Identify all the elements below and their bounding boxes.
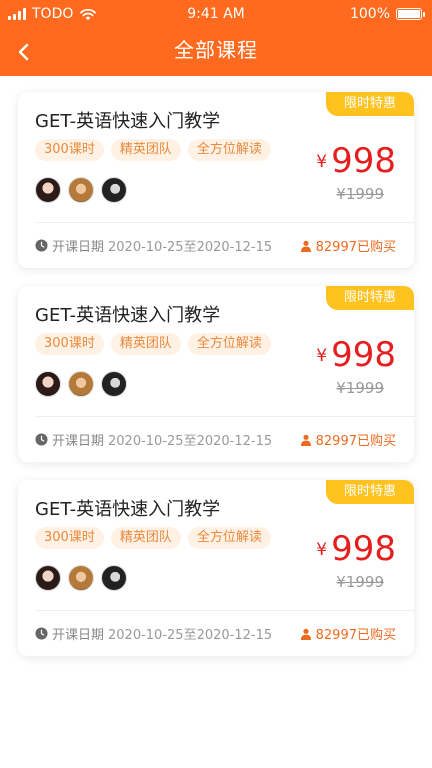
- course-date: 开课日期 2020-10-25至2020-12-15: [35, 236, 272, 255]
- tag: 300课时: [35, 333, 104, 355]
- teacher-avatars: [35, 177, 127, 203]
- clock-icon: [35, 627, 48, 640]
- avatar: [101, 177, 127, 203]
- header: TODO 9:41 AM 100% 全部课程: [0, 0, 432, 76]
- course-title: GET-英语快速入门教学: [35, 499, 221, 520]
- currency-symbol: ¥: [316, 346, 328, 366]
- original-price: ¥1999: [336, 379, 384, 397]
- buyer-count: 82997已购买: [300, 430, 396, 449]
- course-card[interactable]: 限时特惠 GET-英语快速入门教学 300课时 精英团队 全方位解读 ¥998 …: [18, 286, 414, 462]
- price: ¥998: [316, 141, 396, 181]
- price-amount: 998: [331, 529, 396, 569]
- clock-icon: [35, 433, 48, 446]
- divider: [35, 416, 414, 417]
- promo-badge: 限时特惠: [326, 92, 414, 116]
- course-title: GET-英语快速入门教学: [35, 305, 221, 326]
- person-icon: [300, 434, 311, 446]
- course-date: 开课日期 2020-10-25至2020-12-15: [35, 624, 272, 643]
- promo-badge: 限时特惠: [326, 286, 414, 310]
- page-title: 全部课程: [174, 38, 258, 62]
- course-tags: 300课时 精英团队 全方位解读: [35, 139, 271, 161]
- divider: [35, 222, 414, 223]
- avatar: [35, 177, 61, 203]
- buyers-text: 82997已购买: [315, 628, 396, 643]
- avatar: [35, 565, 61, 591]
- avatar: [68, 565, 94, 591]
- buyers-text: 82997已购买: [315, 434, 396, 449]
- avatar: [68, 177, 94, 203]
- buyers-text: 82997已购买: [315, 240, 396, 255]
- course-card[interactable]: 限时特惠 GET-英语快速入门教学 300课时 精英团队 全方位解读 ¥998 …: [18, 480, 414, 656]
- date-range: 2020-10-25至2020-12-15: [108, 628, 273, 643]
- tag: 精英团队: [110, 527, 181, 549]
- status-bar-right: 100%: [349, 0, 425, 28]
- avatar: [68, 371, 94, 397]
- avatar: [101, 371, 127, 397]
- battery-percent: 100%: [349, 6, 390, 22]
- status-bar: TODO 9:41 AM 100%: [0, 0, 432, 28]
- date-label: 开课日期: [52, 434, 105, 449]
- course-title: GET-英语快速入门教学: [35, 111, 221, 132]
- person-icon: [300, 240, 311, 252]
- course-card[interactable]: 限时特惠 GET-英语快速入门教学 300课时 精英团队 全方位解读 ¥998 …: [18, 92, 414, 268]
- promo-badge: 限时特惠: [326, 480, 414, 504]
- price: ¥998: [316, 335, 396, 375]
- tag: 精英团队: [110, 139, 181, 161]
- avatar: [101, 565, 127, 591]
- tag: 300课时: [35, 139, 104, 161]
- tag: 全方位解读: [187, 333, 271, 355]
- course-tags: 300课时 精英团队 全方位解读: [35, 333, 271, 355]
- tag: 全方位解读: [187, 139, 271, 161]
- currency-symbol: ¥: [316, 152, 328, 172]
- person-icon: [300, 628, 311, 640]
- divider: [35, 610, 414, 611]
- teacher-avatars: [35, 371, 127, 397]
- tag: 全方位解读: [187, 527, 271, 549]
- tag: 300课时: [35, 527, 104, 549]
- avatar: [35, 371, 61, 397]
- buyer-count: 82997已购买: [300, 236, 396, 255]
- original-price: ¥1999: [336, 185, 384, 203]
- clock-icon: [35, 239, 48, 252]
- price-amount: 998: [331, 335, 396, 375]
- buyer-count: 82997已购买: [300, 624, 396, 643]
- date-range: 2020-10-25至2020-12-15: [108, 434, 273, 449]
- tag: 精英团队: [110, 333, 181, 355]
- teacher-avatars: [35, 565, 127, 591]
- course-date: 开课日期 2020-10-25至2020-12-15: [35, 430, 272, 449]
- date-range: 2020-10-25至2020-12-15: [108, 240, 273, 255]
- price-amount: 998: [331, 141, 396, 181]
- currency-symbol: ¥: [316, 540, 328, 560]
- date-label: 开课日期: [52, 628, 105, 643]
- nav-bar: 全部课程: [0, 28, 432, 76]
- course-tags: 300课时 精英团队 全方位解读: [35, 527, 271, 549]
- original-price: ¥1999: [336, 573, 384, 591]
- battery-icon: [396, 8, 425, 20]
- price: ¥998: [316, 529, 396, 569]
- date-label: 开课日期: [52, 240, 105, 255]
